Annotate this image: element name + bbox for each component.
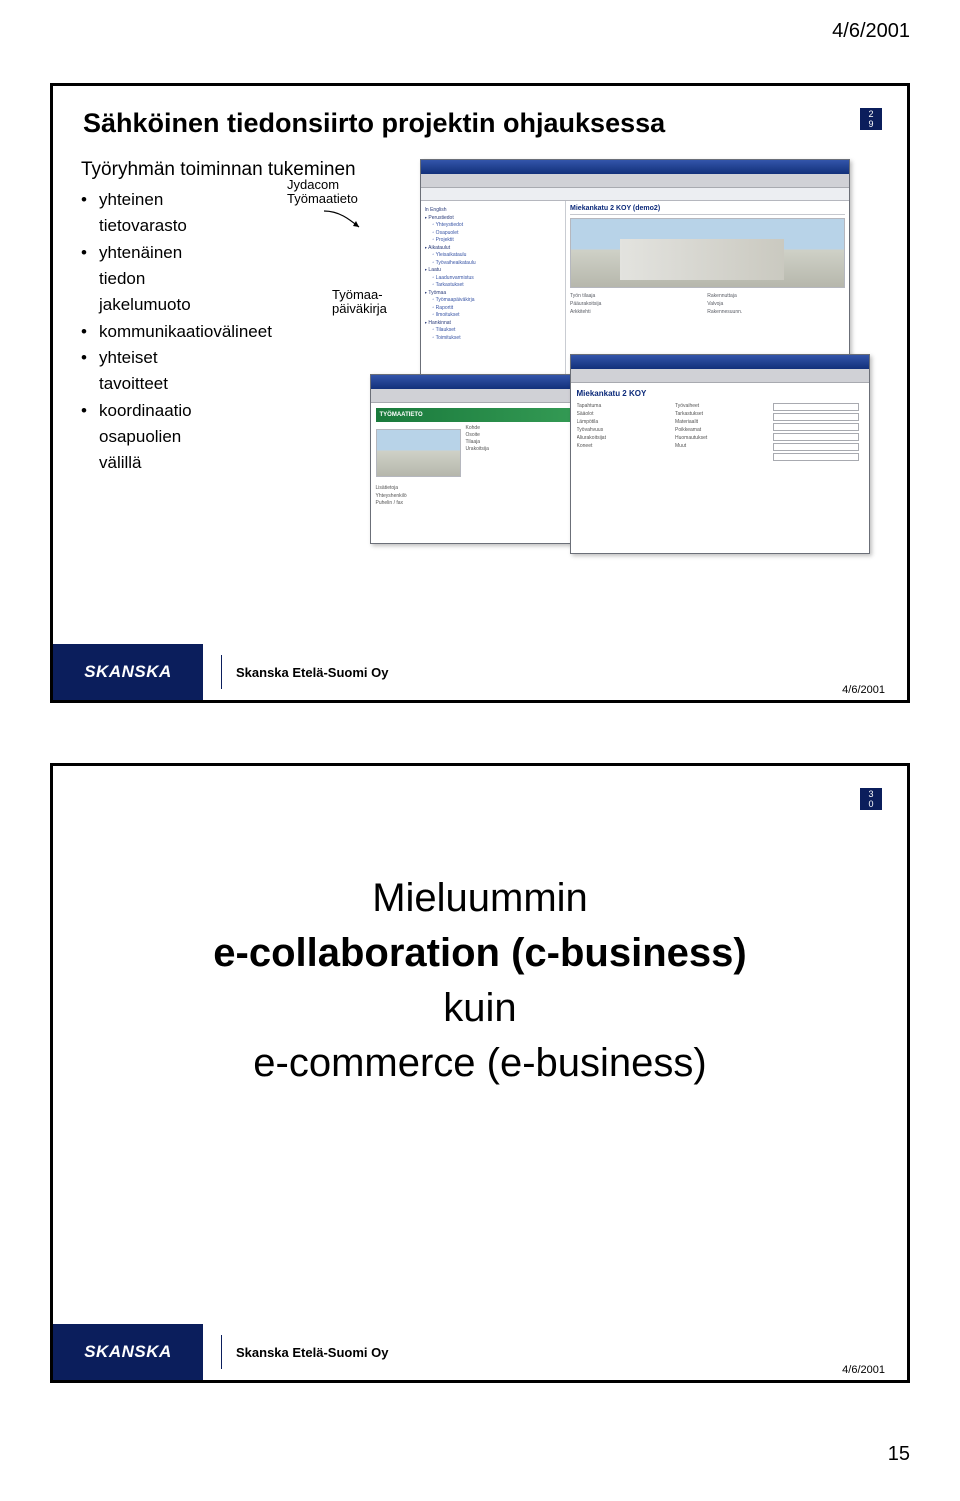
slide1-title: Sähköinen tiedonsiirto projektin ohjauks…: [53, 86, 907, 149]
body: Miekankatu 2 KOY TapahtumaSääolotLämpöti…: [571, 383, 869, 553]
slide-footer: SKANSKA Skanska Etelä-Suomi Oy 4/6/2001: [53, 1324, 907, 1380]
skanska-logo: SKANSKA: [84, 662, 172, 682]
slide2-line1: Mieluummin: [53, 876, 907, 921]
skanska-logo: SKANSKA: [84, 1342, 172, 1362]
slide-number-box: 2 9: [860, 108, 882, 130]
slide-2: 3 0 Mieluummin e-collaboration (c-busine…: [50, 763, 910, 1383]
slide-num-bottom: 0: [860, 799, 882, 809]
slide-num-top: 3: [860, 789, 882, 799]
footer-separator: [221, 1335, 222, 1369]
screenshot-main-header: Miekankatu 2 KOY (demo2): [570, 205, 844, 215]
footer-separator: [221, 655, 222, 689]
slide1-subtitle: Työryhmän toiminnan tukeminen: [81, 159, 420, 181]
label-jydacom: Jydacom Työmaatieto: [287, 178, 358, 207]
bullet-item: kommunikaatiovälineet: [81, 319, 223, 345]
page-header-date: 4/6/2001: [0, 0, 960, 53]
footer-date: 4/6/2001: [842, 684, 885, 696]
slide2-line2: e-collaboration (c-business): [53, 931, 907, 976]
footer-company: Skanska Etelä-Suomi Oy: [236, 1345, 388, 1360]
address-bar: [421, 188, 849, 201]
label-jydacom-l2: Työmaatieto: [287, 191, 358, 206]
slide-num-bottom: 9: [860, 119, 882, 129]
toolbar: [421, 174, 849, 188]
footer-date: 4/6/2001: [842, 1364, 885, 1376]
label-jydacom-l1: Jydacom: [287, 177, 339, 192]
page-number: 15: [0, 1443, 960, 1486]
slide-footer: SKANSKA Skanska Etelä-Suomi Oy 4/6/2001: [53, 644, 907, 700]
slide2-content: Mieluummin e-collaboration (c-business) …: [53, 766, 907, 1086]
screenshots-area: In English ▸ Perustiedot ▫ Yhteystiedot …: [420, 159, 887, 579]
bullet-item: yhteiset tavoitteet: [81, 345, 223, 398]
footer-company: Skanska Etelä-Suomi Oy: [236, 665, 388, 680]
bullet-item: yhtenäinen tiedon jakelumuoto: [81, 240, 223, 319]
label-tyomaa-l1: Työmaa-: [332, 287, 383, 302]
arrow-icon: [319, 209, 369, 233]
slide2-line3: kuin: [53, 986, 907, 1031]
thumb-photo: [376, 429, 461, 477]
titlebar: [421, 160, 849, 174]
footer-blue-block: SKANSKA: [53, 644, 203, 700]
slide1-content: Työryhmän toiminnan tukeminen yhteinen t…: [53, 149, 907, 579]
label-tyomaapaivakirja: Työmaa- päiväkirja: [332, 288, 387, 317]
screenshot3-header: Miekankatu 2 KOY: [577, 389, 863, 398]
bullet-item: yhteinen tietovarasto: [81, 187, 223, 240]
building-photo: [570, 218, 844, 288]
footer-blue-block: SKANSKA: [53, 1324, 203, 1380]
bullet-item: koordinaatio osapuolien välillä: [81, 398, 223, 477]
toolbar: [571, 369, 869, 383]
slide1-bullets: yhteinen tietovarasto yhtenäinen tiedon …: [81, 187, 223, 477]
slide-1: 2 9 Sähköinen tiedonsiirto projektin ohj…: [50, 83, 910, 703]
titlebar: [571, 355, 869, 369]
slide-num-top: 2: [860, 109, 882, 119]
slide2-line4: e-commerce (e-business): [53, 1041, 907, 1086]
slide-number-box: 3 0: [860, 788, 882, 810]
screenshot-browser-3: Miekankatu 2 KOY TapahtumaSääolotLämpöti…: [570, 354, 870, 554]
label-tyomaa-l2: päiväkirja: [332, 301, 387, 316]
